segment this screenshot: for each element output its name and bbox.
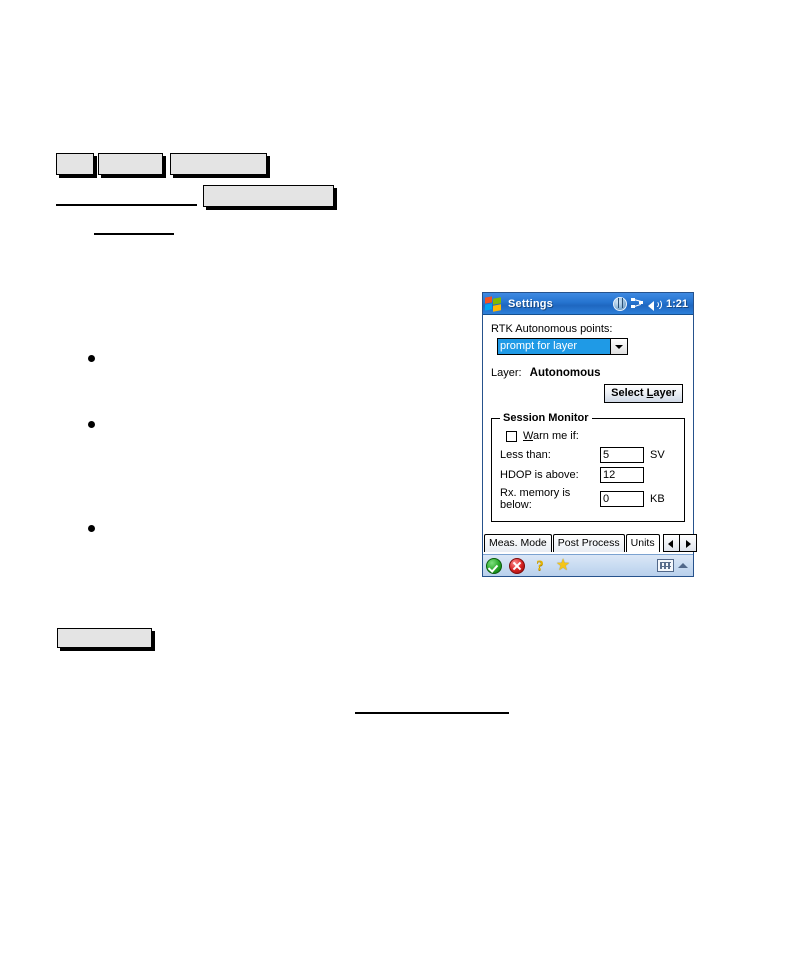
bullet-point-3 — [88, 525, 95, 532]
help-question-icon[interactable]: ? — [532, 558, 548, 574]
triangle-left-icon[interactable] — [662, 534, 680, 552]
rtk-autonomous-points-label: RTK Autonomous points: — [491, 323, 613, 335]
ok-check-icon[interactable] — [486, 557, 502, 574]
tab-scroll-buttons — [662, 534, 697, 552]
tab-units[interactable]: Units — [625, 534, 660, 552]
hdop-above-row: HDOP is above: 12 — [500, 467, 678, 483]
warn-me-if-checkbox[interactable] — [506, 430, 517, 442]
redacted-rule-2 — [94, 233, 174, 235]
hdop-above-label: HDOP is above: — [500, 469, 579, 481]
warn-me-if-label: Warn me if: — [523, 430, 579, 442]
bullet-point-1 — [88, 355, 95, 362]
layer-row: Layer: Autonomous — [491, 367, 685, 379]
redacted-box-5 — [57, 628, 152, 648]
triangle-right-icon[interactable] — [679, 534, 697, 552]
redacted-box-2 — [98, 153, 163, 175]
rx-memory-below-row: Rx. memory is below: 0 KB — [500, 487, 678, 511]
hdop-above-input[interactable]: 12 — [600, 467, 644, 483]
pocketpc-settings-window: Settings 1:21 RTK Autonomous points: pro… — [482, 292, 697, 577]
redacted-box-4 — [203, 185, 334, 207]
keyboard-icon[interactable] — [657, 559, 674, 572]
cancel-x-icon[interactable] — [509, 557, 525, 574]
chevron-down-icon[interactable] — [610, 339, 627, 354]
tab-meas-mode[interactable]: Meas. Mode — [484, 534, 552, 552]
layer-label: Layer: — [491, 367, 522, 379]
session-monitor-group: Session Monitor Warn me if: Less than: 5… — [491, 412, 685, 522]
window-titlebar: Settings 1:21 — [483, 293, 693, 315]
speaker-icon[interactable] — [647, 298, 662, 311]
rx-memory-below-input[interactable]: 0 — [600, 491, 644, 507]
rx-memory-below-unit: KB — [650, 493, 665, 505]
rtk-autonomous-points-dropdown[interactable]: prompt for layer — [497, 338, 628, 355]
titlebar-icon-tray: 1:21 — [612, 296, 690, 311]
redacted-rule-3 — [355, 712, 509, 714]
redacted-box-1 — [56, 153, 94, 175]
tab-strip: Meas. Mode Post Process Units — [483, 531, 697, 552]
rx-memory-below-label: Rx. memory is below: — [500, 487, 571, 511]
bullet-point-2 — [88, 421, 95, 428]
rtk-dropdown-value: prompt for layer — [498, 339, 610, 354]
less-than-input[interactable]: 5 — [600, 447, 644, 463]
less-than-label: Less than: — [500, 449, 551, 461]
redacted-box-3 — [170, 153, 267, 175]
less-than-unit: SV — [650, 449, 665, 461]
windows-flag-icon[interactable] — [485, 295, 504, 312]
layer-value: Autonomous — [529, 367, 601, 379]
star-favorite-icon[interactable]: ★ — [555, 557, 571, 574]
globe-icon[interactable] — [612, 296, 627, 311]
settings-form: RTK Autonomous points: prompt for layer … — [483, 315, 693, 530]
redacted-rule-1 — [56, 204, 197, 206]
window-title: Settings — [508, 297, 553, 310]
tab-post-process[interactable]: Post Process — [552, 534, 625, 552]
warn-me-if-row[interactable]: Warn me if: — [506, 430, 678, 442]
triangle-up-icon[interactable] — [678, 563, 688, 568]
select-layer-row: Select Layer — [491, 384, 685, 403]
clock-time[interactable]: 1:21 — [666, 298, 690, 310]
less-than-row: Less than: 5 SV — [500, 447, 678, 463]
command-statusbar: ? ★ — [483, 554, 693, 576]
select-layer-button[interactable]: Select Layer — [604, 384, 683, 403]
network-icon[interactable] — [630, 298, 644, 309]
session-monitor-legend: Session Monitor — [503, 412, 589, 424]
